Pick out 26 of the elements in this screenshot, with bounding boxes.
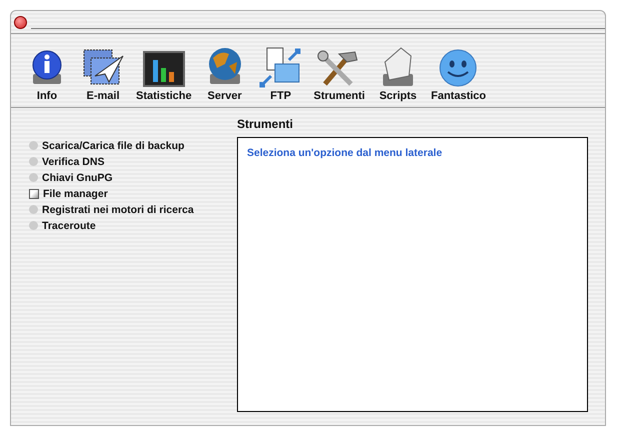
bullet-icon: [29, 141, 38, 150]
panel-message: Seleziona un'opzione dal menu laterale: [247, 147, 442, 159]
smiley-icon: [438, 48, 478, 88]
toolbar-button[interactable]: FTP: [254, 40, 307, 102]
menu-item[interactable]: Traceroute: [29, 218, 219, 233]
section-title: Strumenti: [237, 117, 294, 131]
bullet-icon: [29, 221, 38, 230]
bullet-icon: [29, 205, 38, 214]
toolbar-button[interactable]: Fantastico: [428, 40, 489, 102]
menu-item[interactable]: Scarica/Carica file di backup: [29, 138, 219, 153]
menu-item[interactable]: File manager: [29, 186, 219, 201]
menu-item[interactable]: Chiavi GnuPG: [29, 170, 219, 185]
toolbar-button[interactable]: E-mail: [77, 40, 129, 102]
folder-transfer-icon: [258, 46, 303, 88]
menu-item[interactable]: Registrati nei motori di ricerca: [29, 202, 219, 217]
window-icon: [29, 188, 39, 198]
close-button[interactable]: [14, 16, 27, 28]
bullet-icon: [29, 157, 38, 166]
toolbar-button[interactable]: Server: [198, 40, 251, 102]
bullet-icon: [29, 173, 38, 182]
toolbar-button[interactable]: Strumenti: [310, 40, 368, 102]
bar-chart-icon: [142, 48, 186, 88]
toolbar-button[interactable]: Info: [21, 40, 73, 102]
toolbar-button[interactable]: Scripts: [372, 40, 424, 102]
toolbar-button[interactable]: Statistiche: [133, 40, 195, 102]
menu-item[interactable]: Verifica DNS: [29, 154, 219, 169]
